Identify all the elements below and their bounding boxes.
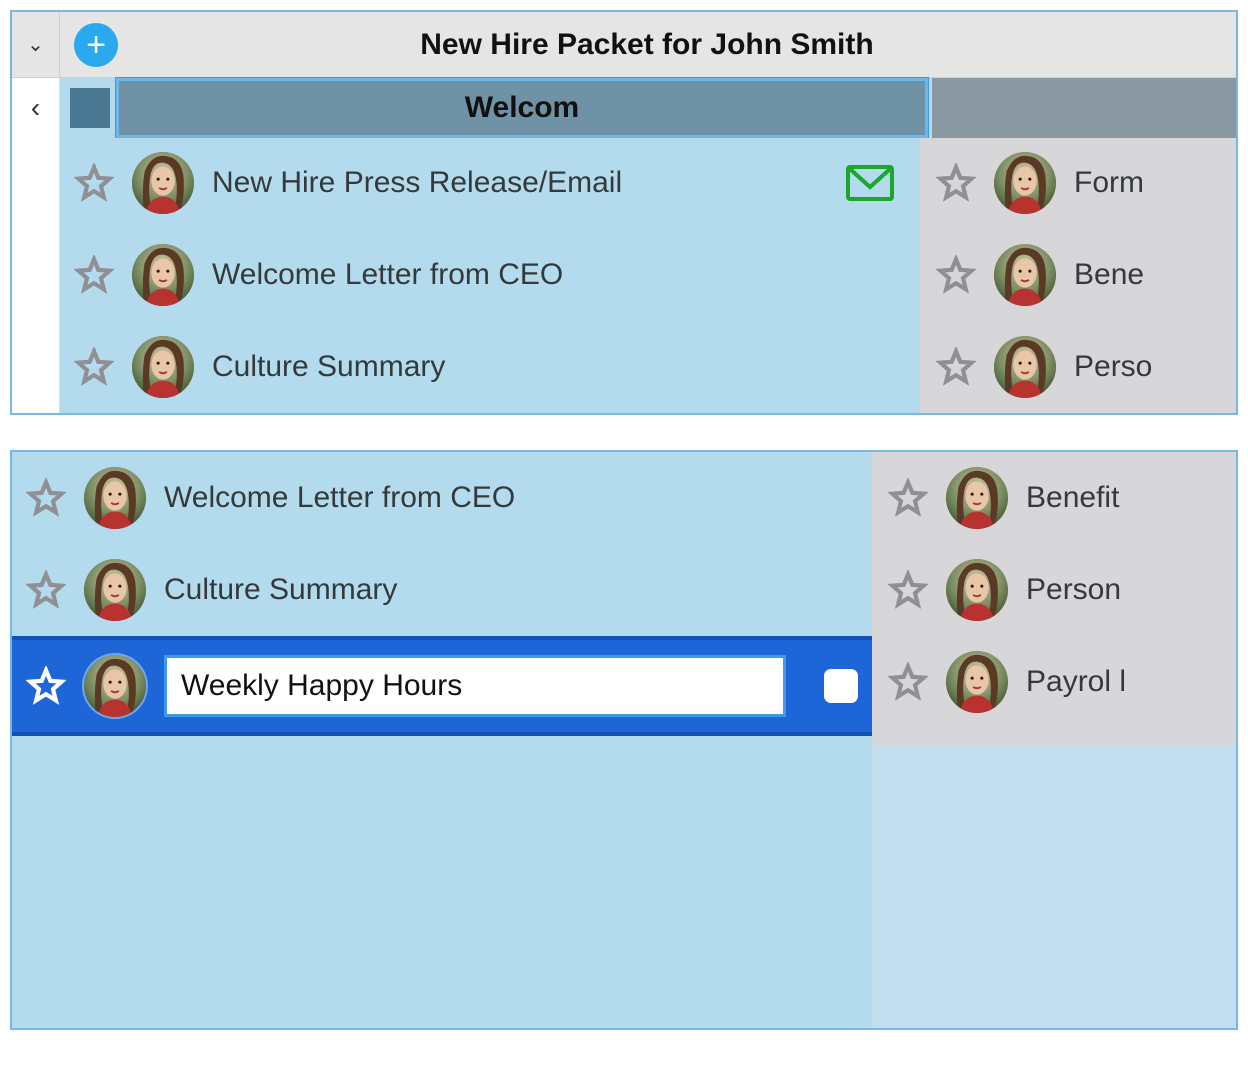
star-icon[interactable] bbox=[936, 347, 976, 387]
column-header-secondary[interactable] bbox=[932, 78, 1236, 138]
star-icon[interactable] bbox=[26, 570, 66, 610]
column-header-editing[interactable] bbox=[116, 78, 928, 138]
card[interactable]: New Hire Press Release/Email bbox=[60, 138, 920, 230]
assignee-avatar[interactable] bbox=[946, 559, 1008, 621]
assignee-avatar[interactable] bbox=[946, 651, 1008, 713]
chevron-down-icon: ⌄ bbox=[27, 32, 44, 57]
back-button[interactable]: ‹ bbox=[12, 78, 60, 138]
assignee-avatar[interactable] bbox=[84, 655, 146, 717]
assignee-avatar[interactable] bbox=[132, 336, 194, 398]
board-panel-bottom: Welcome Letter from CEO Culture Summary … bbox=[10, 450, 1238, 1030]
chevron-left-icon: ‹ bbox=[31, 92, 40, 124]
mail-icon[interactable] bbox=[846, 165, 894, 201]
assignee-avatar[interactable] bbox=[994, 336, 1056, 398]
assignee-avatar[interactable] bbox=[84, 467, 146, 529]
card-title: Perso bbox=[1074, 350, 1222, 384]
card[interactable]: Person bbox=[872, 544, 1236, 636]
card-title: Bene bbox=[1074, 258, 1222, 292]
card[interactable]: Form bbox=[920, 138, 1236, 230]
card-title: Culture Summary bbox=[164, 573, 858, 607]
empty-primary bbox=[12, 746, 872, 1028]
card-title: Form bbox=[1074, 166, 1222, 200]
card[interactable]: Welcome Letter from CEO bbox=[60, 230, 920, 322]
card[interactable]: Welcome Letter from CEO bbox=[12, 452, 872, 544]
card[interactable]: Bene bbox=[920, 230, 1236, 322]
plus-icon: + bbox=[86, 28, 106, 62]
card[interactable]: Culture Summary bbox=[60, 321, 920, 413]
board-panel-top: ⌄ + New Hire Packet for John Smith ‹ New… bbox=[10, 10, 1238, 415]
card-title-input[interactable] bbox=[164, 655, 786, 717]
assignee-avatar[interactable] bbox=[994, 244, 1056, 306]
card-title: Welcome Letter from CEO bbox=[212, 258, 906, 292]
card[interactable]: Perso bbox=[920, 321, 1236, 413]
card[interactable]: Culture Summary bbox=[12, 544, 872, 636]
card-title: Welcome Letter from CEO bbox=[164, 481, 858, 515]
empty-secondary bbox=[872, 746, 1236, 1028]
toolbar: ⌄ + New Hire Packet for John Smith bbox=[12, 12, 1236, 78]
star-icon[interactable] bbox=[936, 255, 976, 295]
star-icon[interactable] bbox=[26, 666, 66, 706]
assignee-avatar[interactable] bbox=[994, 152, 1056, 214]
star-icon[interactable] bbox=[26, 478, 66, 518]
card-title: New Hire Press Release/Email bbox=[212, 166, 828, 200]
star-icon[interactable] bbox=[936, 163, 976, 203]
empty-area bbox=[12, 746, 1236, 1028]
confirm-checkbox[interactable] bbox=[824, 669, 858, 703]
column-title-input[interactable] bbox=[119, 81, 925, 135]
star-icon[interactable] bbox=[888, 662, 928, 702]
card[interactable]: Payrol l bbox=[872, 636, 1236, 728]
collapse-toggle[interactable]: ⌄ bbox=[12, 12, 60, 77]
column-primary: New Hire Press Release/Email Welcome Let… bbox=[60, 138, 920, 413]
column-secondary: Form Bene Perso bbox=[920, 138, 1236, 413]
card[interactable]: Benefit bbox=[872, 452, 1236, 544]
star-icon[interactable] bbox=[888, 478, 928, 518]
star-icon[interactable] bbox=[74, 255, 114, 295]
assignee-avatar[interactable] bbox=[84, 559, 146, 621]
card-title: Payrol l bbox=[1026, 665, 1222, 699]
star-icon[interactable] bbox=[74, 347, 114, 387]
assignee-avatar[interactable] bbox=[132, 244, 194, 306]
card-title: Benefit bbox=[1026, 481, 1222, 515]
card-title: Culture Summary bbox=[212, 350, 906, 384]
star-icon[interactable] bbox=[74, 163, 114, 203]
card-editing[interactable] bbox=[12, 636, 872, 736]
column-color-swatch[interactable] bbox=[70, 88, 110, 128]
page-title: New Hire Packet for John Smith bbox=[118, 28, 1236, 62]
card-title: Person bbox=[1026, 573, 1222, 607]
column-header-row: ‹ bbox=[12, 78, 1236, 138]
star-icon[interactable] bbox=[888, 570, 928, 610]
assignee-avatar[interactable] bbox=[946, 467, 1008, 529]
add-button[interactable]: + bbox=[74, 23, 118, 67]
board: New Hire Press Release/Email Welcome Let… bbox=[60, 138, 1236, 413]
assignee-avatar[interactable] bbox=[132, 152, 194, 214]
